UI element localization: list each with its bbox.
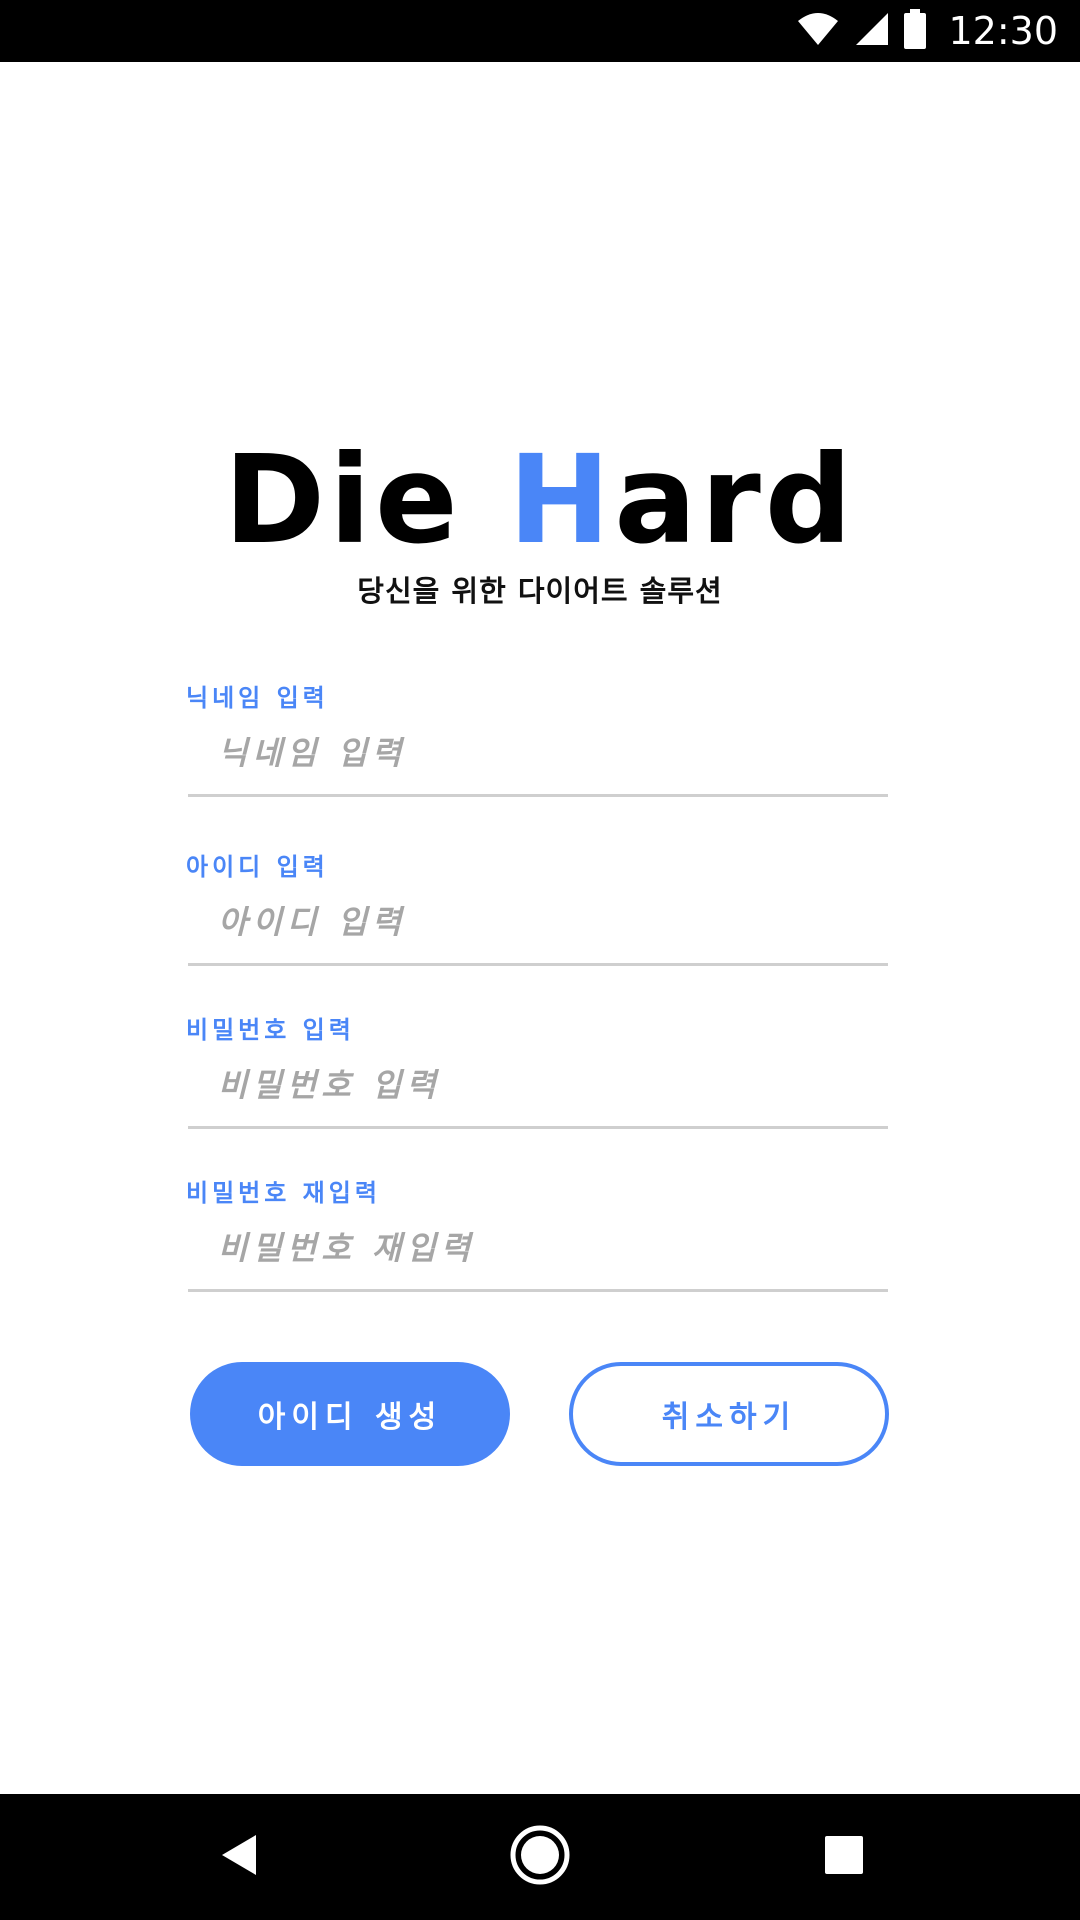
create-id-button[interactable]: 아이디 생성 <box>190 1362 510 1466</box>
password-input[interactable] <box>188 1050 888 1120</box>
password-confirm-input[interactable] <box>188 1213 888 1283</box>
user-id-input[interactable] <box>188 887 888 957</box>
nickname-underline <box>188 794 888 797</box>
home-button[interactable] <box>480 1794 600 1920</box>
navigation-bar <box>0 1794 1080 1920</box>
status-time: 12:30 <box>948 9 1058 53</box>
password-underline <box>188 1126 888 1129</box>
back-icon <box>220 1833 260 1881</box>
wifi-icon <box>796 11 840 51</box>
tagline: 당신을 위한 다이어트 솔루션 <box>357 574 723 608</box>
recents-icon <box>824 1835 864 1879</box>
password-label: 비밀번호 입력 <box>186 1016 355 1044</box>
signup-screen: 12:30 Die Hard 당신을 위한 다이어트 솔루션 닉네임 입력 아이… <box>0 0 1080 1920</box>
logo-text-part2: ard <box>614 429 857 571</box>
nickname-input[interactable] <box>188 718 888 788</box>
logo-text-part1: Die <box>223 429 509 571</box>
user-id-underline <box>188 963 888 966</box>
home-icon <box>509 1824 571 1890</box>
nickname-label: 닉네임 입력 <box>186 684 329 712</box>
battery-icon <box>904 9 927 53</box>
recents-button[interactable] <box>784 1794 904 1920</box>
app-logo: Die Hard <box>0 430 1080 570</box>
status-bar: 12:30 <box>0 0 1080 62</box>
cancel-button[interactable]: 취소하기 <box>569 1362 889 1466</box>
cell-signal-icon <box>854 11 890 51</box>
user-id-label: 아이디 입력 <box>186 853 329 881</box>
status-icons: 12:30 <box>796 0 1058 62</box>
logo-text-accent: H <box>508 429 615 571</box>
password-confirm-label: 비밀번호 재입력 <box>186 1179 381 1207</box>
back-button[interactable] <box>180 1794 300 1920</box>
password-confirm-underline <box>188 1289 888 1292</box>
